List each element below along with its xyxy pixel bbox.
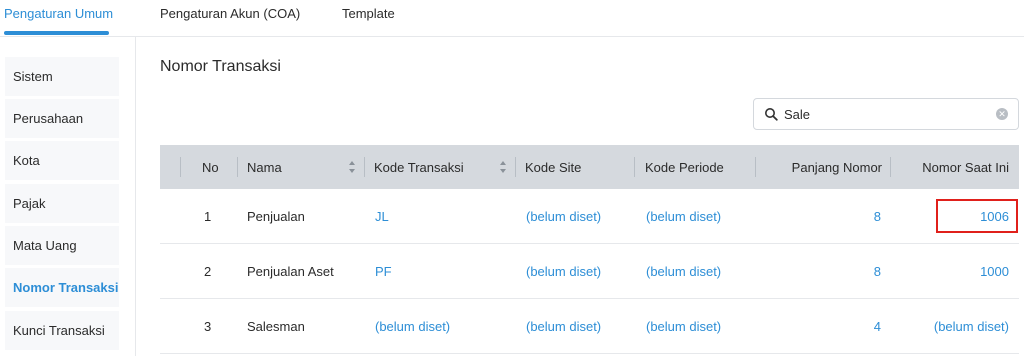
sidebar-item-kunci-transaksi[interactable]: Kunci Transaksi: [5, 311, 119, 350]
top-tab-bar: Pengaturan Umum Pengaturan Akun (COA) Te…: [0, 0, 1024, 37]
sidebar-item-label: Sistem: [13, 69, 53, 84]
page-title: Nomor Transaksi: [160, 58, 281, 75]
search-input[interactable]: [784, 104, 994, 124]
tab-template[interactable]: Template: [342, 6, 395, 21]
search-box: ✕: [753, 98, 1019, 130]
column-divider: [890, 157, 891, 177]
cell-nama: Salesman: [247, 318, 305, 334]
table-row: 2 Penjualan Aset PF (belum diset) (belum…: [160, 244, 1019, 299]
cell-kode-transaksi[interactable]: PF: [375, 244, 392, 298]
table-header: No Nama Kode Transaksi Kode Site Kode Pe…: [160, 145, 1019, 189]
cell-panjang-nomor[interactable]: 4: [874, 299, 881, 353]
column-divider: [634, 157, 635, 177]
cell-kode-periode[interactable]: (belum diset): [646, 189, 721, 243]
header-panjang-nomor: Panjang Nomor: [791, 159, 882, 175]
cell-panjang-nomor[interactable]: 8: [874, 244, 881, 298]
sidebar-item-sistem[interactable]: Sistem: [5, 57, 119, 96]
cell-kode-transaksi[interactable]: (belum diset): [375, 299, 450, 353]
sidebar-item-pajak[interactable]: Pajak: [5, 184, 119, 223]
column-divider: [515, 157, 516, 177]
cell-kode-site[interactable]: (belum diset): [526, 244, 601, 298]
sidebar-item-label: Nomor Transaksi: [13, 280, 119, 295]
column-divider: [237, 157, 238, 177]
sidebar-item-nomor-transaksi[interactable]: Nomor Transaksi: [5, 268, 119, 307]
cell-nomor-saat-ini[interactable]: (belum diset): [934, 299, 1009, 353]
cell-no: 1: [204, 208, 212, 224]
sidebar-item-label: Kota: [13, 153, 40, 168]
header-no: No: [202, 159, 219, 175]
header-nomor-saat-ini: Nomor Saat Ini: [922, 159, 1009, 175]
cell-kode-periode[interactable]: (belum diset): [646, 299, 721, 353]
table-row: 3 Salesman (belum diset) (belum diset) (…: [160, 299, 1019, 354]
sidebar: Sistem Perusahaan Kota Pajak Mata Uang N…: [0, 37, 136, 356]
active-tab-indicator: [4, 31, 109, 35]
sidebar-item-label: Kunci Transaksi: [13, 323, 105, 338]
sort-icon[interactable]: [499, 160, 507, 174]
cell-no: 3: [204, 318, 212, 334]
tab-pengaturan-akun[interactable]: Pengaturan Akun (COA): [160, 6, 300, 21]
header-kode-transaksi[interactable]: Kode Transaksi: [374, 145, 464, 189]
sidebar-item-label: Pajak: [13, 196, 46, 211]
sort-icon[interactable]: [348, 160, 356, 174]
sidebar-item-mata-uang[interactable]: Mata Uang: [5, 226, 119, 265]
cell-nama: Penjualan Aset: [247, 263, 334, 279]
column-divider: [755, 157, 756, 177]
cell-nama: Penjualan: [247, 208, 305, 224]
cell-nomor-saat-ini[interactable]: 1000: [980, 244, 1009, 298]
sidebar-item-kota[interactable]: Kota: [5, 141, 119, 180]
sidebar-item-label: Mata Uang: [13, 238, 77, 253]
search-icon: [765, 108, 778, 121]
header-kode-periode: Kode Periode: [645, 159, 724, 175]
column-divider: [180, 157, 181, 177]
cell-kode-site[interactable]: (belum diset): [526, 189, 601, 243]
cell-kode-periode[interactable]: (belum diset): [646, 244, 721, 298]
header-kode-site: Kode Site: [525, 159, 582, 175]
header-nama[interactable]: Nama: [247, 145, 282, 189]
clear-icon[interactable]: ✕: [996, 108, 1008, 120]
sidebar-item-perusahaan[interactable]: Perusahaan: [5, 99, 119, 138]
cell-kode-site[interactable]: (belum diset): [526, 299, 601, 353]
column-divider: [364, 157, 365, 177]
cell-kode-transaksi[interactable]: JL: [375, 189, 389, 243]
cell-nomor-saat-ini[interactable]: 1006: [980, 189, 1009, 243]
cell-panjang-nomor[interactable]: 8: [874, 189, 881, 243]
tab-pengaturan-umum[interactable]: Pengaturan Umum: [4, 6, 113, 21]
cell-no: 2: [204, 263, 212, 279]
sidebar-item-label: Perusahaan: [13, 111, 84, 126]
table-row: 1 Penjualan JL (belum diset) (belum dise…: [160, 189, 1019, 244]
